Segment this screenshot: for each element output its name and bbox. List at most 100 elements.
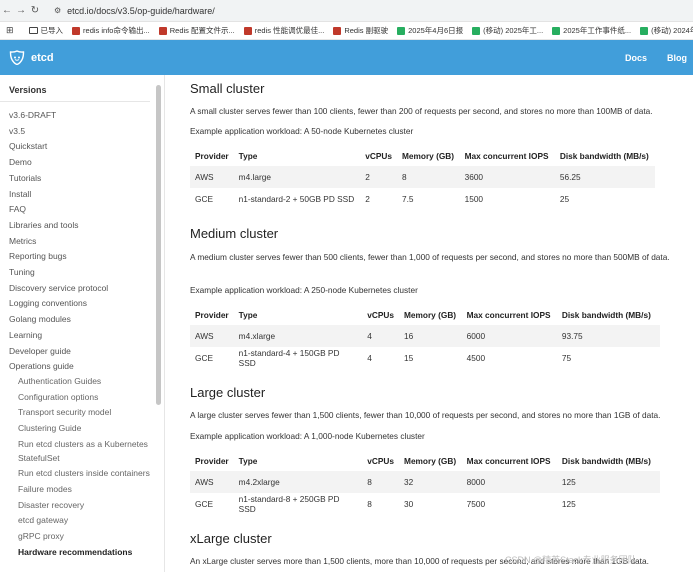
hardware-table-large: Provider Type vCPUs Memory (GB) Max concurre… — [190, 451, 660, 515]
sidebar-item[interactable]: gRPC proxy — [0, 530, 164, 544]
table-cell: GCE — [195, 499, 213, 509]
sidebar-item[interactable]: Tuning — [0, 265, 164, 281]
site-header: etcd Docs Blog — [0, 40, 693, 75]
sidebar-item[interactable]: Demo — [0, 155, 164, 171]
column-header: Max concurrent IOPS — [466, 456, 551, 466]
table-cell: 75 — [561, 353, 572, 363]
sheet-icon — [552, 26, 561, 35]
bookmark-item[interactable]: redis info命令输出... — [72, 25, 150, 36]
table-cell: n1-standard-2 + 50GB PD SSD — [238, 194, 355, 204]
table-cell: 4500 — [466, 353, 486, 363]
table-header-row: Provider Type vCPUs Memory (GB) Max concurre… — [190, 451, 660, 471]
section-example-large: Example application workload: A 1,000-no… — [190, 431, 425, 441]
reload-icon[interactable]: ↻ — [28, 5, 42, 16]
section-title-large: Large cluster — [190, 385, 266, 400]
section-title-medium: Medium cluster — [190, 226, 279, 241]
table-cell: 125 — [561, 499, 576, 509]
sidebar-item[interactable]: Metrics — [0, 234, 164, 250]
bookmark-label: Redis 配置文件示... — [169, 26, 235, 35]
nav-blog[interactable]: Blog — [667, 53, 687, 63]
section-title-small: Small cluster — [190, 81, 265, 96]
table-row: AWS m4.2xlarge 8 32 8000 125 — [190, 471, 660, 493]
table-cell: m4.xlarge — [233, 325, 363, 347]
sidebar-item[interactable]: Clustering Guide — [0, 422, 164, 436]
bookmark-label: redis info命令输出... — [83, 26, 150, 35]
sidebar-menu: v3.6-DRAFT v3.5 Quickstart Demo Tutorials Ins… — [0, 102, 164, 559]
table-cell: GCE — [195, 353, 213, 363]
table-cell: 2 — [360, 166, 397, 188]
sidebar-item[interactable]: Operations guide — [0, 359, 164, 375]
column-header: Max concurrent IOPS — [466, 310, 551, 320]
site-info-icon[interactable]: ⚙ — [54, 6, 61, 15]
table-cell: 8 — [367, 499, 372, 509]
table-cell: GCE — [195, 194, 213, 204]
sidebar-scrollbar[interactable] — [156, 85, 161, 405]
table-row: GCE n1-standard-2 + 50GB PD SSD 2 7.5 1500 25 — [190, 188, 655, 210]
sheet-icon — [640, 26, 649, 35]
sidebar-item[interactable]: Discovery service protocol — [0, 281, 164, 297]
browser-toolbar: ← → ↻ ⚙ etcd.io/docs/v3.5/op-guide/hardw… — [0, 0, 693, 22]
table-cell: 15 — [403, 353, 414, 363]
sidebar-item[interactable]: Failure modes — [0, 483, 164, 497]
column-header: Type — [238, 456, 258, 466]
section-title-xlarge: xLarge cluster — [190, 531, 272, 546]
table-cell: 30 — [404, 499, 414, 509]
sidebar-item[interactable]: Developer guide — [0, 344, 164, 360]
column-header: Type — [238, 310, 258, 320]
bookmark-item[interactable]: (移动) 2024年工... — [640, 25, 693, 36]
sidebar-item[interactable]: Disaster recovery — [0, 499, 164, 513]
section-example-medium: Example application workload: A 250-node… — [190, 285, 418, 295]
sidebar-item[interactable]: Authentication Guides — [0, 375, 164, 389]
sidebar-item[interactable]: Transport security model — [0, 406, 164, 420]
table-cell: n1-standard-8 + 250GB PD SSD — [238, 494, 340, 514]
bookmark-item[interactable]: Redis 副驱驶 — [333, 25, 388, 36]
sidebar-item[interactable]: v3.6-DRAFT — [0, 108, 164, 124]
bookmark-label: Redis 副驱驶 — [344, 26, 389, 35]
sidebar-item[interactable]: Configuration options — [0, 391, 164, 405]
bookmark-item[interactable]: Redis 配置文件示... — [158, 25, 235, 36]
table-cell: 3600 — [459, 166, 555, 188]
sidebar-item[interactable]: Quickstart — [0, 139, 164, 155]
sidebar-item[interactable]: Golang modules — [0, 312, 164, 328]
address-bar[interactable]: ⚙ etcd.io/docs/v3.5/op-guide/hardware/ — [48, 3, 221, 19]
apps-grid-icon[interactable]: ⊞ — [6, 25, 14, 36]
sidebar-item[interactable]: Learning — [0, 328, 164, 344]
table-cell: AWS — [190, 166, 234, 188]
sheet-icon — [472, 26, 481, 35]
sidebar-item[interactable]: Install — [0, 187, 164, 203]
column-header: vCPUs — [367, 456, 395, 466]
sidebar-item[interactable]: v3.5 — [0, 124, 164, 140]
sidebar-item[interactable]: Reporting bugs — [0, 249, 164, 265]
table-header-row: Provider Type vCPUs Memory (GB) Max concurre… — [190, 305, 660, 325]
sidebar-item[interactable]: Libraries and tools — [0, 218, 164, 234]
column-header: Memory (GB) — [404, 456, 457, 466]
table-cell: n1-standard-4 + 150GB PD SSD — [238, 348, 340, 368]
table-cell: m4.2xlarge — [233, 471, 363, 493]
versions-heading: Versions — [0, 75, 150, 102]
sheet-icon — [397, 26, 406, 35]
bookmark-item[interactable]: 2025年工作事件纸... — [552, 25, 631, 36]
column-header: Max concurrent IOPS — [464, 151, 549, 161]
etcd-logo[interactable]: etcd — [9, 50, 54, 65]
sidebar-item[interactable]: FAQ — [0, 202, 164, 218]
sidebar-item[interactable]: Logging conventions — [0, 296, 164, 312]
bookmark-item[interactable]: 已导入 — [28, 25, 64, 36]
sidebar-item[interactable]: Hardware recommendations — [0, 546, 164, 560]
bookmark-label: 已导入 — [40, 26, 64, 35]
bookmark-label: 2025年4月6日报 — [408, 26, 464, 35]
table-cell: 1500 — [464, 194, 484, 204]
sidebar-item[interactable]: etcd gateway — [0, 514, 164, 528]
sidebar-item[interactable]: Run etcd clusters as a Kubernetes Statef… — [0, 438, 164, 466]
forward-icon[interactable]: → — [14, 5, 28, 16]
sidebar-item[interactable]: Tutorials — [0, 171, 164, 187]
column-header: Provider — [195, 151, 229, 161]
bookmark-item[interactable]: (移动) 2025年工... — [472, 25, 543, 36]
bookmark-item[interactable]: 2025年4月6日报 — [397, 25, 463, 36]
table-cell: 7500 — [466, 499, 486, 509]
column-header: vCPUs — [365, 151, 392, 161]
back-icon[interactable]: ← — [0, 5, 14, 16]
sidebar-item[interactable]: Run etcd clusters inside containers — [0, 467, 164, 481]
bookmark-item[interactable]: redis 性能调优最佳... — [243, 25, 324, 36]
nav-docs[interactable]: Docs — [625, 53, 647, 63]
column-header: Memory (GB) — [403, 310, 457, 320]
